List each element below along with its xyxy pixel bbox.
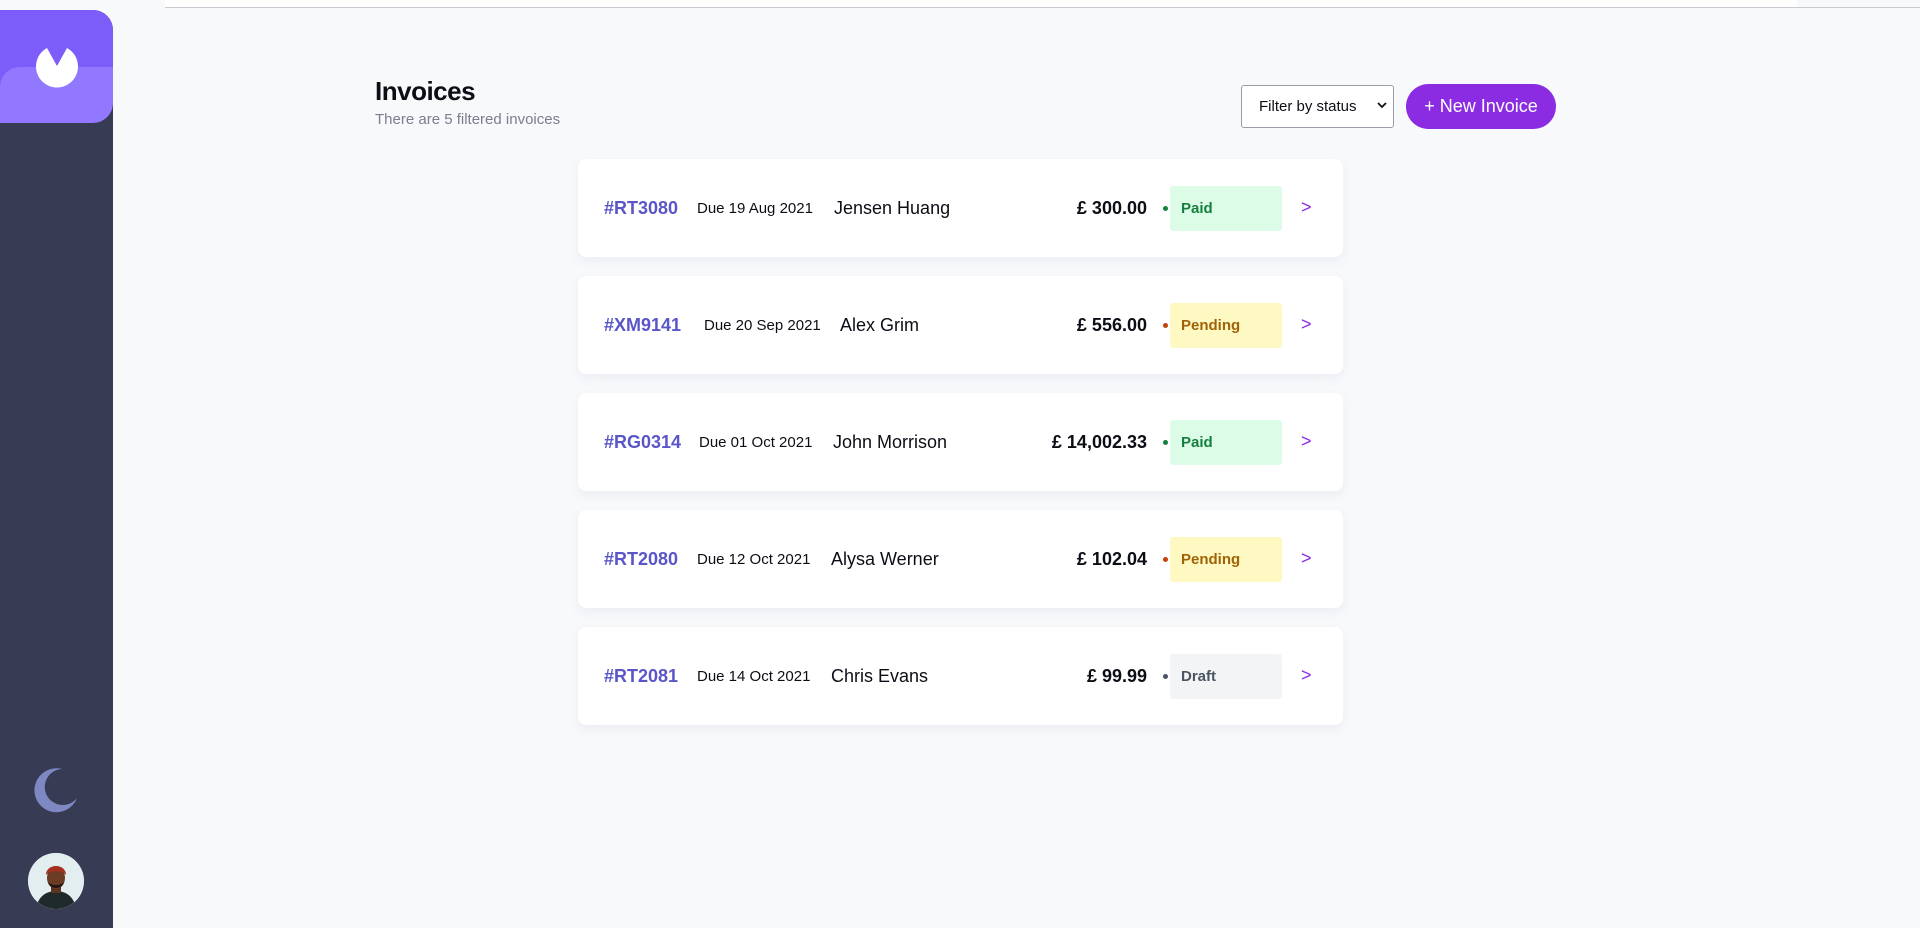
invoice-amount: £ 300.00 <box>1076 198 1147 218</box>
chevron-right-icon[interactable]: > <box>1301 665 1312 686</box>
invoice-due-date: Due 19 Aug 2021 <box>697 200 813 217</box>
status-filter-select[interactable]: Filter by status <box>1241 85 1394 128</box>
invoice-client: Alysa Werner <box>831 549 939 569</box>
invoice-due-date: Due 12 Oct 2021 <box>697 551 811 568</box>
invoice-row[interactable]: #RG0314 Due 01 Oct 2021 John Morrison £ … <box>578 393 1343 491</box>
invoice-id: #XM9141 <box>604 315 682 335</box>
new-invoice-button[interactable]: + New Invoice <box>1406 84 1556 129</box>
invoice-client: Alex Grim <box>840 315 920 335</box>
status-dot <box>1163 674 1168 679</box>
status-badge: Paid <box>1170 420 1282 465</box>
browser-top-divider <box>1797 7 1920 8</box>
status-dot <box>1163 323 1168 328</box>
status-dot <box>1163 440 1168 445</box>
status-dot <box>1163 557 1168 562</box>
invoice-row[interactable]: #RT2081 Due 14 Oct 2021 Chris Evans £ 99… <box>578 627 1343 725</box>
invoice-client: Jensen Huang <box>834 198 951 218</box>
invoice-client: Chris Evans <box>831 666 929 686</box>
invoice-id: #RT3080 <box>604 198 679 218</box>
sidebar <box>0 10 113 928</box>
invoice-due-date: Due 20 Sep 2021 <box>704 317 821 334</box>
avatar[interactable] <box>28 853 84 909</box>
invoice-list: #RT3080 Due 19 Aug 2021 Jensen Huang £ 3… <box>578 159 1343 744</box>
status-dot <box>1163 206 1168 211</box>
chevron-right-icon[interactable]: > <box>1301 314 1312 335</box>
invoice-due-date: Due 01 Oct 2021 <box>699 434 813 451</box>
moon-icon[interactable] <box>30 765 81 816</box>
invoice-id: #RT2081 <box>604 666 679 686</box>
invoice-amount: £ 99.99 <box>1086 666 1147 686</box>
status-badge: Pending <box>1170 537 1282 582</box>
status-badge: Paid <box>1170 186 1282 231</box>
invoice-amount: £ 556.00 <box>1076 315 1147 335</box>
chevron-down-icon <box>1377 100 1387 113</box>
page-header: Invoices There are 5 filtered invoices F… <box>375 76 1556 136</box>
invoice-amount: £ 14,002.33 <box>1051 432 1147 452</box>
invoice-id: #RG0314 <box>604 432 682 452</box>
browser-top-edge <box>165 0 1797 8</box>
invoice-client: John Morrison <box>833 432 948 452</box>
invoice-row[interactable]: #RT3080 Due 19 Aug 2021 Jensen Huang £ 3… <box>578 159 1343 257</box>
status-badge: Pending <box>1170 303 1282 348</box>
chevron-right-icon[interactable]: > <box>1301 548 1312 569</box>
avatar-image <box>28 853 84 909</box>
status-filter-label: Filter by status <box>1259 98 1357 115</box>
invoice-id: #RT2080 <box>604 549 679 569</box>
chevron-right-icon[interactable]: > <box>1301 431 1312 452</box>
chevron-right-icon[interactable]: > <box>1301 197 1312 218</box>
invoice-amount: £ 102.04 <box>1076 549 1147 569</box>
invoice-row[interactable]: #RT2080 Due 12 Oct 2021 Alysa Werner £ 1… <box>578 510 1343 608</box>
logo-icon <box>36 48 78 88</box>
status-badge: Draft <box>1170 654 1282 699</box>
logo[interactable] <box>0 10 113 123</box>
invoice-due-date: Due 14 Oct 2021 <box>697 668 811 685</box>
invoice-row[interactable]: #XM9141 Due 20 Sep 2021 Alex Grim £ 556.… <box>578 276 1343 374</box>
